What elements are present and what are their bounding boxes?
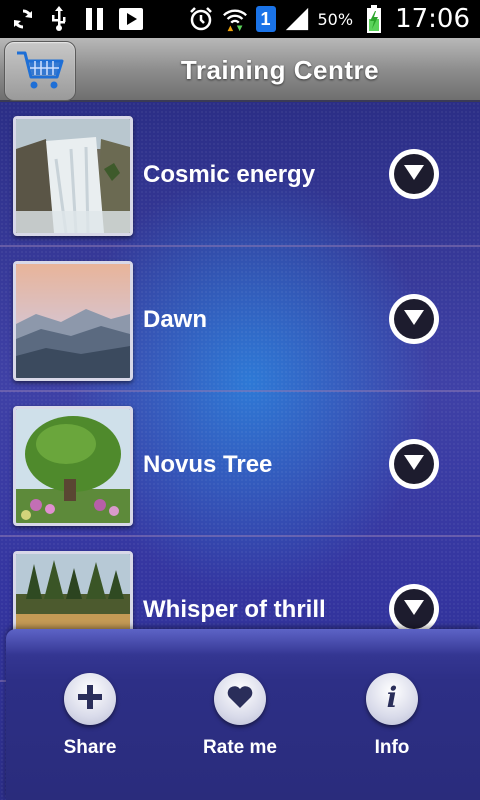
list-item[interactable]: Novus Tree [0, 392, 480, 537]
info-button[interactable]: i Info [332, 673, 452, 783]
heart-icon [226, 684, 254, 715]
usb-icon [46, 6, 72, 32]
expand-button[interactable] [389, 584, 439, 634]
share-button[interactable]: Share [30, 673, 150, 783]
rate-label: Rate me [203, 737, 277, 758]
play-icon [118, 6, 144, 32]
expand-button[interactable] [389, 294, 439, 344]
chevron-down-icon [403, 162, 425, 187]
thumbnail-tree [13, 406, 133, 526]
battery-icon [361, 5, 387, 33]
clock: 17:06 [395, 4, 470, 34]
battery-percent: 50% [317, 9, 354, 29]
thumbnail-dawn [13, 261, 133, 381]
item-title: Novus Tree [143, 451, 273, 478]
svg-text:i: i [387, 682, 398, 712]
status-bar: 1 50% 17:06 [0, 0, 480, 38]
info-icon: i [382, 681, 402, 717]
bottom-action-bar: Share Rate me i Info [6, 629, 480, 800]
alarm-icon [188, 6, 214, 32]
sim-icon: 1 [255, 6, 276, 32]
thumbnail-waterfall [13, 116, 133, 236]
pause-icon [82, 6, 108, 32]
expand-button[interactable] [389, 439, 439, 489]
item-title: Dawn [143, 306, 208, 333]
list-item[interactable]: Cosmic energy [0, 102, 480, 247]
chevron-down-icon [403, 597, 425, 622]
shopping-cart-icon [15, 47, 65, 96]
rate-button[interactable]: Rate me [180, 673, 300, 783]
share-label: Share [63, 737, 117, 758]
wifi-icon [222, 6, 248, 32]
page-title: Training Centre [180, 55, 380, 85]
plus-icon [77, 684, 103, 715]
signal-icon [284, 6, 310, 32]
sync-icon [10, 6, 36, 32]
info-label: Info [374, 737, 410, 758]
item-title: Cosmic energy [143, 161, 316, 188]
app-header: Training Centre [0, 38, 480, 102]
chevron-down-icon [403, 307, 425, 332]
chevron-down-icon [403, 452, 425, 477]
cart-button[interactable] [4, 41, 76, 101]
list-item[interactable]: Dawn [0, 247, 480, 392]
expand-button[interactable] [389, 149, 439, 199]
